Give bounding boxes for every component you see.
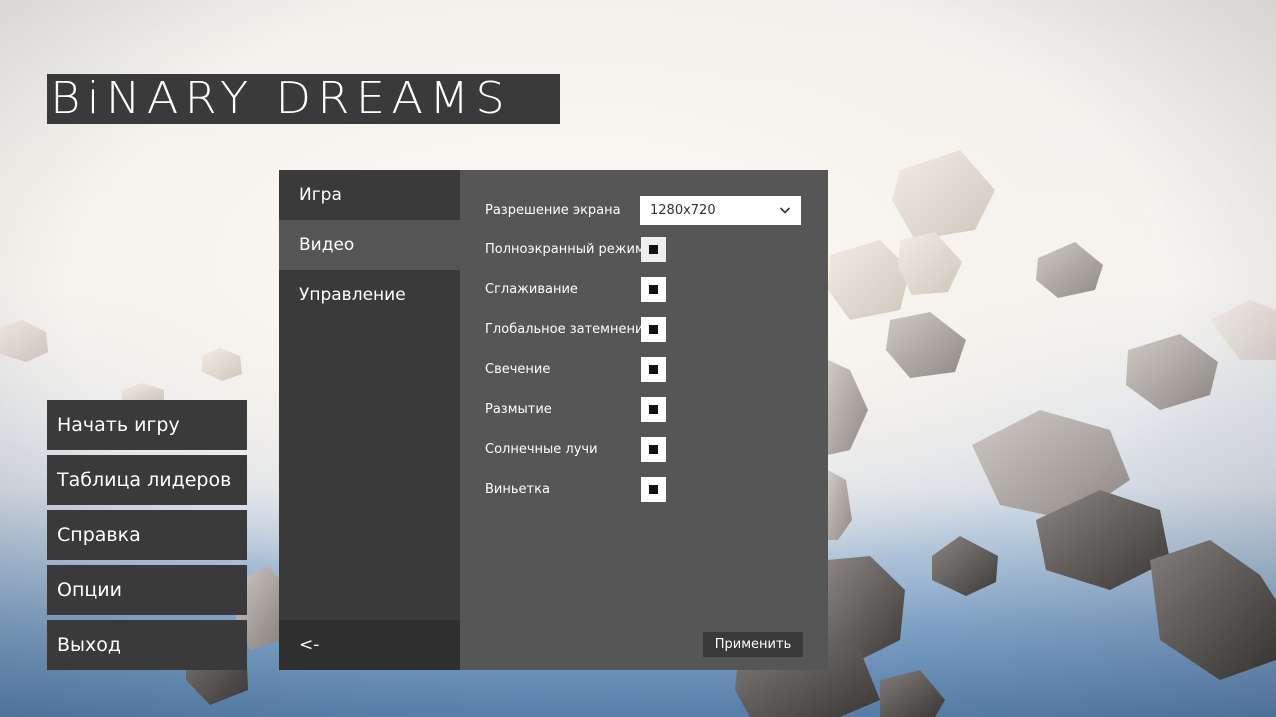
ambient-occlusion-label: Глобальное затемнение	[485, 322, 652, 337]
toggle-row-sun-shafts: Солнечные лучи	[485, 437, 815, 463]
fullscreen-label: Полноэкранный режим	[485, 242, 645, 257]
exit-button[interactable]: Выход	[47, 620, 247, 670]
chevron-down-icon	[779, 207, 791, 214]
check-mark	[649, 445, 658, 454]
resolution-label: Разрешение экрана	[485, 203, 621, 218]
vignette-checkbox[interactable]	[641, 477, 666, 502]
resolution-row: Разрешение экрана 1280x720	[485, 196, 815, 225]
check-mark	[649, 405, 658, 414]
start-game-button[interactable]: Начать игру	[47, 400, 247, 450]
fullscreen-checkbox[interactable]	[641, 237, 666, 262]
bloom-label: Свечение	[485, 362, 551, 377]
toggle-row-fullscreen: Полноэкранный режим	[485, 237, 815, 263]
toggle-row-antialiasing: Сглаживание	[485, 277, 815, 303]
options-tabs: Игра Видео Управление <-	[279, 170, 460, 670]
tab-video[interactable]: Видео	[279, 220, 460, 270]
blur-label: Размытие	[485, 402, 552, 417]
check-mark	[649, 365, 658, 374]
check-mark	[649, 285, 658, 294]
bloom-checkbox[interactable]	[641, 357, 666, 382]
options-button[interactable]: Опции	[47, 565, 247, 615]
toggle-row-blur: Размытие	[485, 397, 815, 423]
sun-shafts-label: Солнечные лучи	[485, 442, 598, 457]
antialiasing-checkbox[interactable]	[641, 277, 666, 302]
vignette-label: Виньетка	[485, 482, 550, 497]
sun-shafts-checkbox[interactable]	[641, 437, 666, 462]
toggle-row-vignette: Виньетка	[485, 477, 815, 503]
back-button[interactable]: <-	[279, 620, 460, 670]
help-button[interactable]: Справка	[47, 510, 247, 560]
antialiasing-label: Сглаживание	[485, 282, 578, 297]
check-mark	[649, 485, 658, 494]
toggle-row-bloom: Свечение	[485, 357, 815, 383]
leaderboard-button[interactable]: Таблица лидеров	[47, 455, 247, 505]
tab-game[interactable]: Игра	[279, 170, 460, 220]
toggle-row-ambient-occlusion: Глобальное затемнение	[485, 317, 815, 343]
game-logo: BiNARY DREAMS	[47, 74, 560, 124]
check-mark	[649, 245, 658, 254]
resolution-value: 1280x720	[650, 203, 716, 218]
main-menu: Начать игру Таблица лидеров Справка Опци…	[47, 400, 247, 675]
options-panel: Игра Видео Управление <- Разрешение экра…	[279, 170, 828, 670]
game-title: BiNARY DREAMS	[50, 73, 512, 124]
resolution-select[interactable]: 1280x720	[640, 196, 801, 225]
ambient-occlusion-checkbox[interactable]	[641, 317, 666, 342]
apply-button[interactable]: Применить	[703, 632, 803, 657]
tab-controls[interactable]: Управление	[279, 270, 460, 320]
blur-checkbox[interactable]	[641, 397, 666, 422]
check-mark	[649, 325, 658, 334]
video-settings: Разрешение экрана 1280x720 Полноэкранный…	[460, 170, 828, 670]
